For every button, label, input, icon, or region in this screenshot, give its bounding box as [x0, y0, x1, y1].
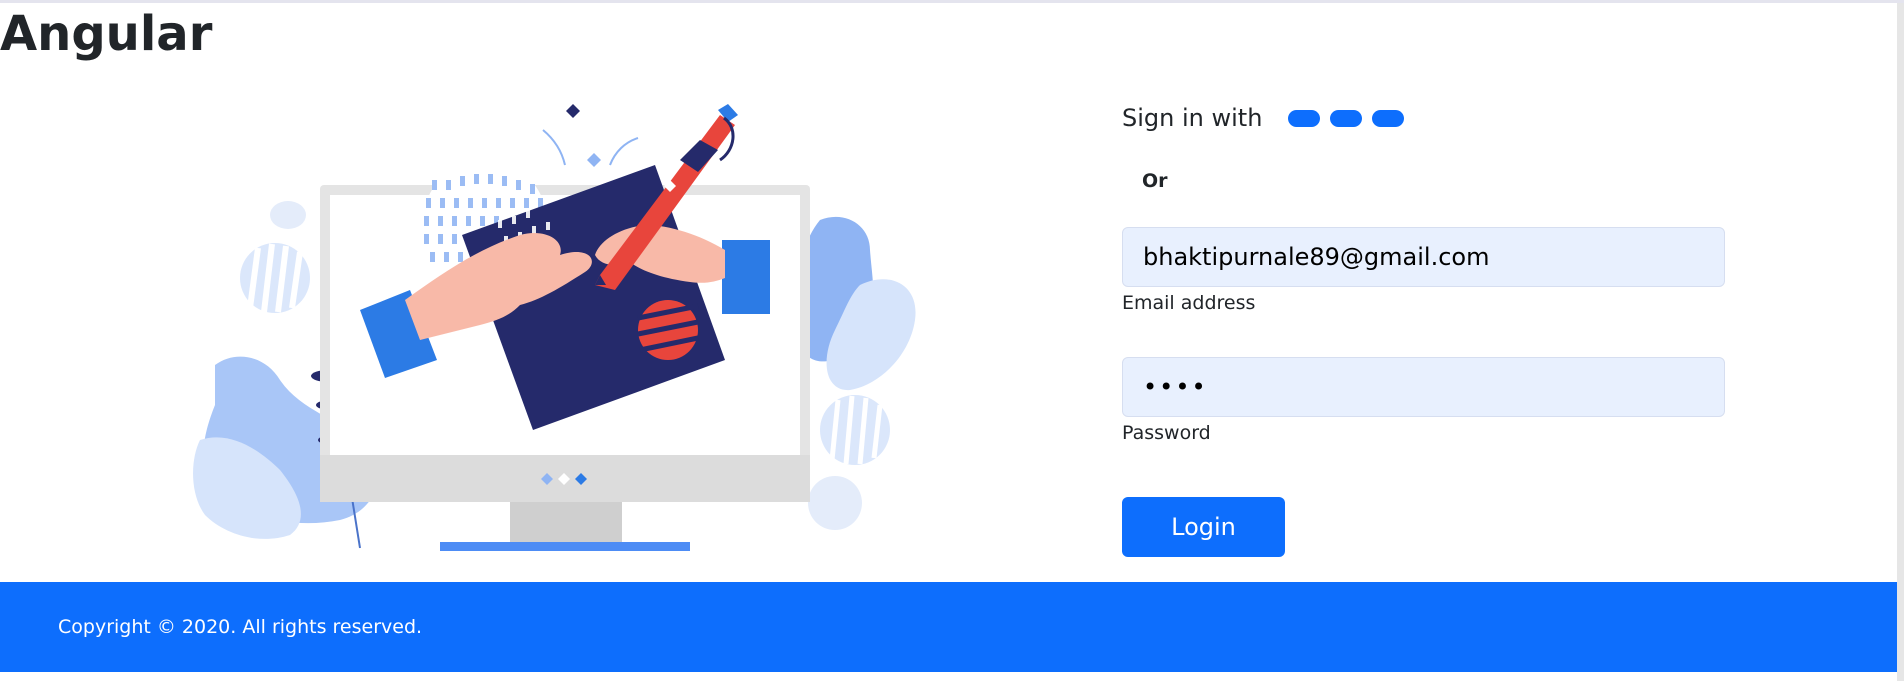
sign-in-with-label: Sign in with: [1122, 104, 1263, 132]
footer-copyright: Copyright © 2020. All rights reserved.: [58, 616, 423, 638]
social-signin-row: Sign in with: [1122, 104, 1414, 132]
monitor-neck: [510, 502, 622, 542]
login-button[interactable]: Login: [1122, 497, 1285, 557]
blob-right: [808, 476, 862, 530]
password-field[interactable]: [1122, 357, 1725, 417]
scrollbar[interactable]: [1897, 3, 1904, 681]
blob-left: [270, 201, 306, 229]
social-linkedin-button[interactable]: [1372, 109, 1405, 127]
app-title: Angular: [0, 6, 213, 62]
diamond-blue: [587, 153, 601, 167]
password-label: Password: [1122, 422, 1211, 444]
right-cuff: [722, 240, 770, 314]
top-border: [0, 0, 1904, 3]
spark-arc: [609, 137, 639, 166]
or-divider-label: Or: [1142, 170, 1168, 192]
login-page: Angular Sign in with Or bhaktipurnale89@…: [0, 0, 1904, 681]
social-twitter-button[interactable]: [1330, 109, 1363, 127]
footer: Copyright © 2020. All rights reserved.: [0, 582, 1897, 672]
login-illustration: [193, 104, 916, 551]
email-label: Email address: [1122, 292, 1256, 314]
spark-arc: [542, 129, 566, 166]
diamond-navy: [566, 104, 580, 118]
social-facebook-button[interactable]: [1288, 109, 1321, 127]
monitor-base: [440, 542, 690, 551]
email-field[interactable]: [1122, 227, 1725, 287]
